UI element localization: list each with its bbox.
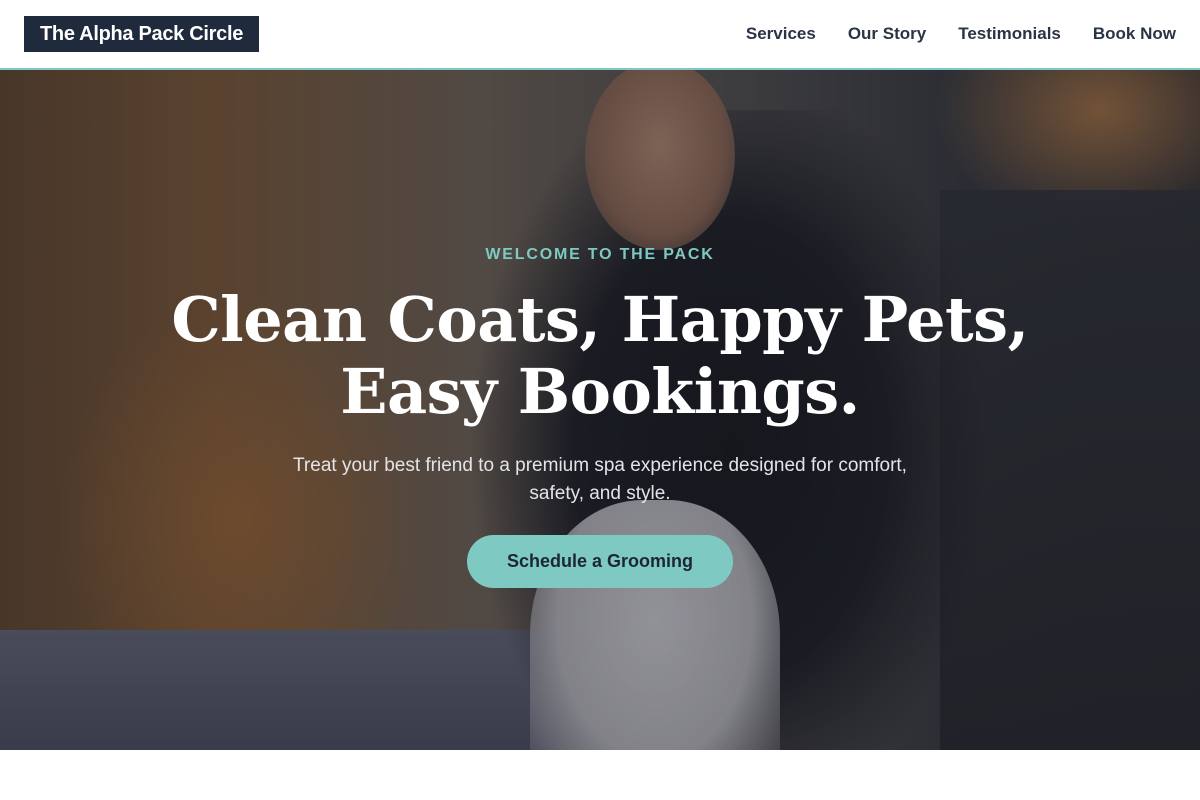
hero-content: WELCOME TO THE PACK Clean Coats, Happy P… xyxy=(0,70,1200,750)
brand-logo[interactable]: The Alpha Pack Circle xyxy=(24,16,260,52)
nav-link-services[interactable]: Services xyxy=(746,24,816,44)
hero-headline-line-2: Easy Bookings. xyxy=(340,355,860,428)
schedule-grooming-button[interactable]: Schedule a Grooming xyxy=(467,535,733,588)
brand-name: The Alpha Pack Circle xyxy=(40,22,244,45)
nav-link-book-now[interactable]: Book Now xyxy=(1093,24,1176,44)
nav-link-our-story[interactable]: Our Story xyxy=(848,24,926,44)
hero-eyebrow: WELCOME TO THE PACK xyxy=(485,246,715,263)
hero-headline: Clean Coats, Happy Pets, Easy Bookings. xyxy=(0,284,1200,428)
hero-section: WELCOME TO THE PACK Clean Coats, Happy P… xyxy=(0,70,1200,750)
nav-link-testimonials[interactable]: Testimonials xyxy=(958,24,1061,44)
hero-subtext: Treat your best friend to a premium spa … xyxy=(293,455,907,504)
hero-headline-line-1: Clean Coats, Happy Pets, xyxy=(171,283,1029,356)
site-header: The Alpha Pack Circle Services Our Story… xyxy=(0,0,1200,70)
below-hero-section xyxy=(0,750,1200,800)
main-nav: Services Our Story Testimonials Book Now xyxy=(746,24,1176,44)
